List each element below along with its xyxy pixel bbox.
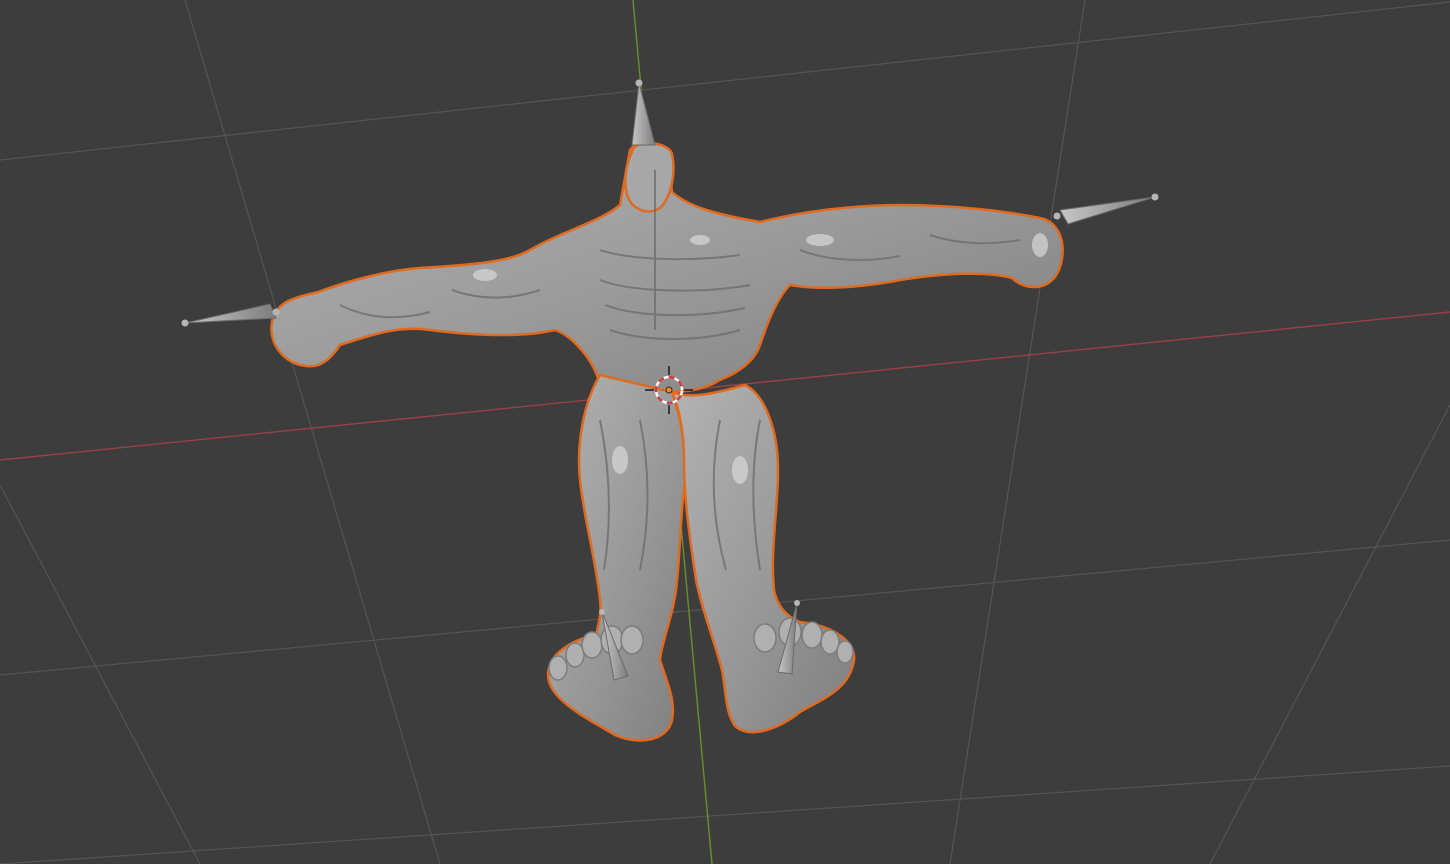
viewport-canvas[interactable] <box>0 0 1450 864</box>
object-origin <box>665 386 673 394</box>
3d-viewport[interactable] <box>0 0 1450 864</box>
humanoid-mesh[interactable] <box>270 141 1064 742</box>
right-arm-bone[interactable] <box>1053 193 1159 225</box>
mesh-right-leg[interactable] <box>669 383 856 734</box>
mesh-left-leg[interactable] <box>546 373 687 742</box>
left-arm-bone[interactable] <box>181 303 280 327</box>
mesh-head[interactable] <box>624 142 675 213</box>
